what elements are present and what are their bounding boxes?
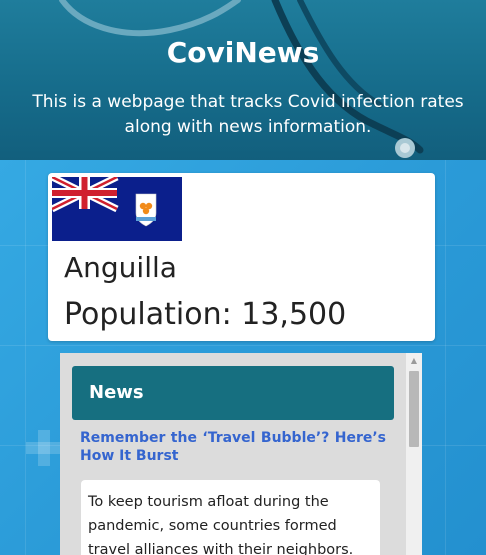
site-title: CoviNews — [166, 36, 320, 69]
news-panel[interactable]: News Remember the ‘Travel Bubble’? Here’… — [60, 353, 422, 555]
news-article-link[interactable]: Remember the ‘Travel Bubble’? Here’s How… — [80, 429, 386, 465]
site-description: This is a webpage that tracks Covid infe… — [32, 92, 464, 137]
population-count: Population: 13,500 — [64, 297, 347, 332]
anguilla-flag-icon — [52, 177, 182, 241]
country-name: Anguilla — [64, 251, 177, 284]
news-article-excerpt: To keep tourism afloat during the pandem… — [81, 480, 380, 555]
news-header: News — [72, 366, 394, 420]
news-heading: News — [89, 382, 144, 403]
country-card: Anguilla Population: 13,500 — [48, 173, 435, 341]
scrollbar-thumb[interactable] — [409, 371, 419, 447]
scroll-up-arrow-icon[interactable]: ▲ — [406, 353, 422, 369]
hero-banner: CoviNews This is a webpage that tracks C… — [0, 0, 486, 160]
news-scrollbar[interactable]: ▲ — [406, 353, 422, 555]
